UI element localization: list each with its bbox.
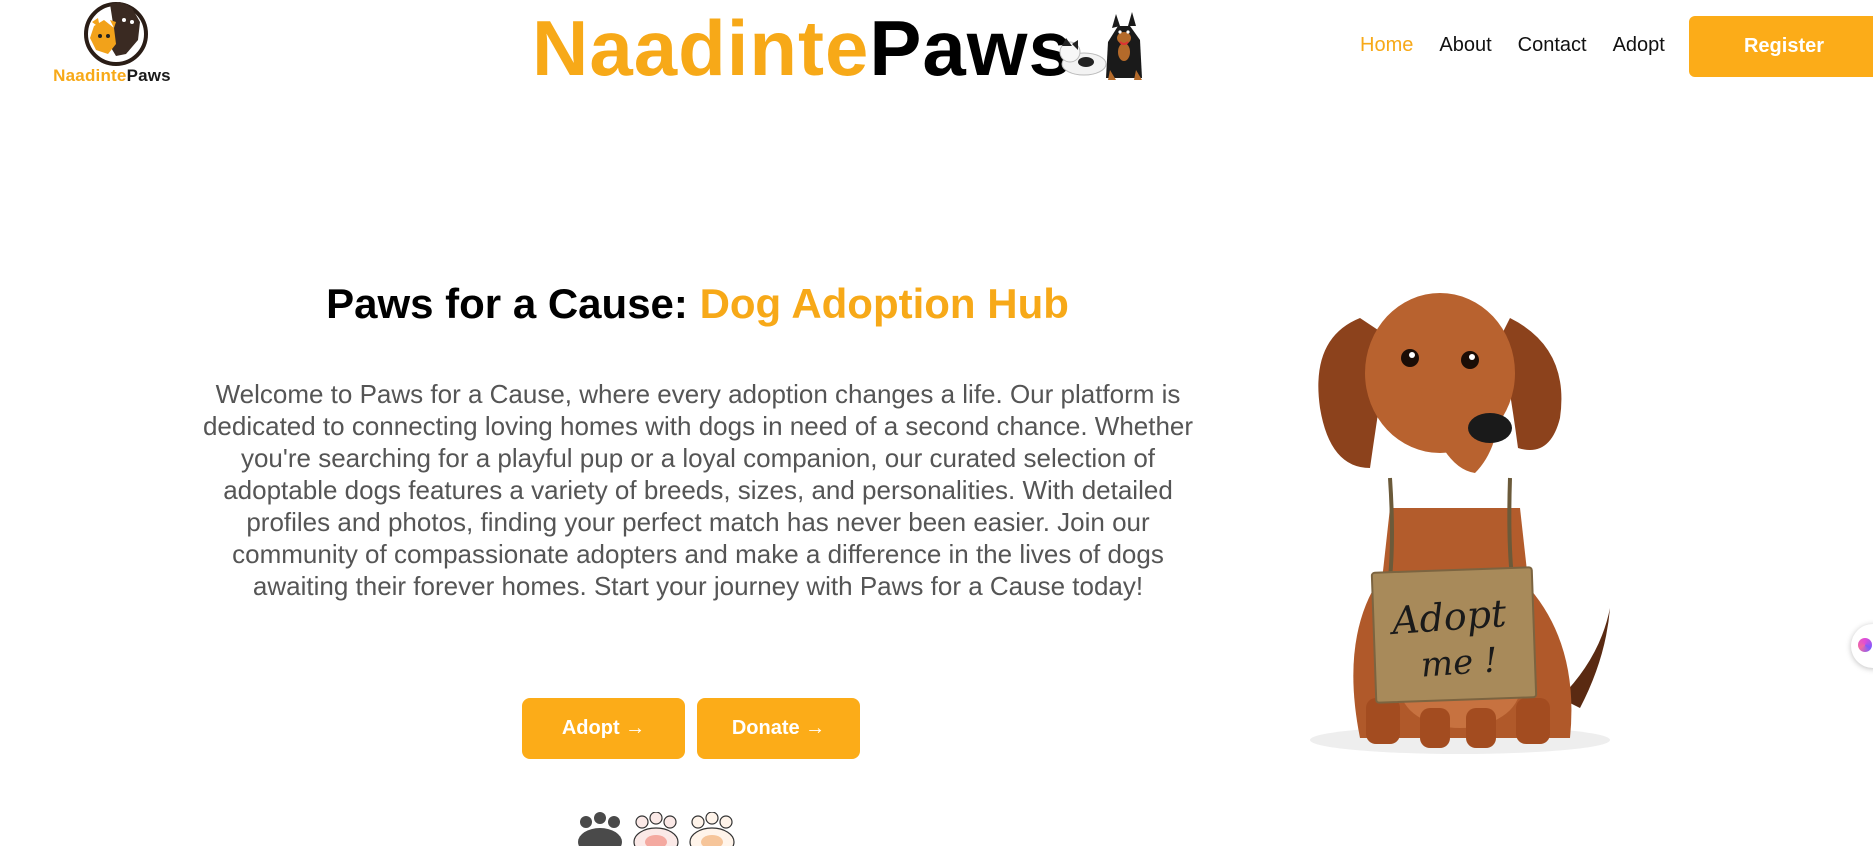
hero-heading: Paws for a Cause: Dog Adoption Hub (180, 278, 1215, 330)
paw-print-dark-icon (578, 812, 622, 846)
hero-description: Welcome to Paws for a Cause, where every… (202, 379, 1194, 601)
hero-cta-group: Adopt → Donate → (522, 698, 860, 759)
site-logo[interactable]: NaadintePaws (46, 0, 178, 86)
nav-about-link[interactable]: About (1439, 30, 1491, 60)
chat-widget-icon (1858, 638, 1872, 652)
two-dogs-illustration-icon (1059, 12, 1142, 80)
dachshund-adopt-me-image: Adopt me ! (1310, 293, 1610, 754)
nav-contact-link[interactable]: Contact (1518, 30, 1587, 60)
page: NaadintePaws NaadintePaws Home About Con… (0, 0, 1873, 846)
paw-print-peach-icon (689, 812, 735, 846)
adopt-button[interactable]: Adopt → (522, 698, 685, 759)
donate-button[interactable]: Donate → (697, 698, 860, 759)
register-button[interactable]: Register (1689, 16, 1873, 77)
hero-heading-accent: Dog Adoption Hub (699, 280, 1069, 327)
adopt-me-sign-text: Adopt (1388, 591, 1509, 643)
hero-heading-plain: Paws for a Cause: (326, 280, 700, 327)
paw-print-pink-icon (633, 812, 679, 846)
site-title: NaadintePaws (532, 4, 1073, 92)
dog-cat-logo-icon (84, 2, 148, 66)
svg-text:me !: me ! (1420, 640, 1499, 685)
logo-wordmark: NaadintePaws (53, 66, 171, 85)
main-nav: Home About Contact Adopt (1360, 30, 1691, 60)
floating-chat-widget[interactable] (1851, 624, 1873, 668)
nav-home-link[interactable]: Home (1360, 30, 1413, 60)
paw-prints-icon (578, 812, 735, 846)
nav-adopt-link[interactable]: Adopt (1613, 30, 1665, 60)
